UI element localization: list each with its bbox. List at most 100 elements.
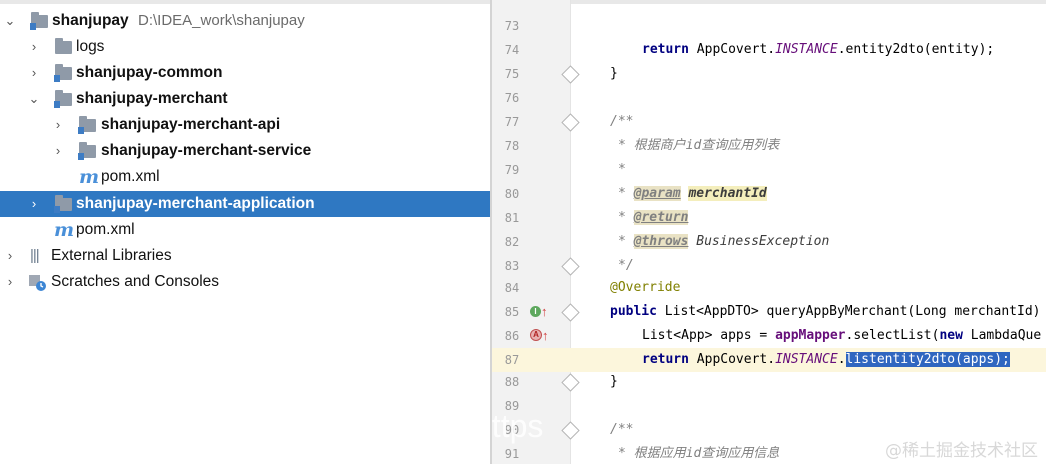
- keyword: public: [610, 304, 657, 319]
- code-line[interactable]: 82 * @throws BusinessException: [492, 230, 1046, 254]
- tree-item-label: shanjupay-common: [76, 64, 223, 81]
- code-line[interactable]: 80 * @param merchantId: [492, 182, 1046, 206]
- expand-down-icon[interactable]: ⌄: [4, 8, 16, 34]
- code-line[interactable]: 79 *: [492, 158, 1046, 182]
- javadoc-param-name: merchantId: [688, 186, 767, 201]
- tree-item-root[interactable]: ⌄ shanjupay D:\IDEA_work\shanjupay: [0, 8, 490, 34]
- tree-item-label: External Libraries: [51, 247, 172, 264]
- expand-right-icon[interactable]: ›: [52, 138, 64, 164]
- field-reference: appMapper: [775, 328, 846, 343]
- code-line[interactable]: 73: [492, 14, 1046, 38]
- code-token: .entity2dto(entity);: [837, 42, 995, 57]
- code-comment: /**: [610, 422, 634, 437]
- fold-marker-icon[interactable]: [561, 303, 580, 322]
- comment-star: *: [618, 186, 634, 201]
- expand-down-icon[interactable]: ⌄: [28, 86, 40, 112]
- code-token: AppCovert.: [688, 352, 776, 367]
- library-icon: |||: [30, 247, 40, 264]
- tree-item-label: pom.xml: [76, 221, 135, 238]
- code-line[interactable]: 81 * @return: [492, 206, 1046, 230]
- code-annotation: @Override: [610, 280, 681, 295]
- static-field: INSTANCE: [775, 352, 838, 367]
- code-line[interactable]: 83 */: [492, 254, 1046, 278]
- line-number: 73: [504, 19, 520, 33]
- line-number: 76: [504, 91, 520, 105]
- expand-right-icon[interactable]: ›: [4, 269, 16, 295]
- code-line[interactable]: 86 A ↑ List<App> apps = appMapper.selectL…: [492, 324, 1046, 348]
- code-text: }: [610, 66, 618, 81]
- code-comment: * 根据应用id查询应用信息: [618, 446, 780, 461]
- maven-icon: m: [79, 166, 100, 188]
- code-line[interactable]: 78 * 根据商户id查询应用列表: [492, 134, 1046, 158]
- tree-item-label: shanjupay-merchant-api: [101, 116, 281, 133]
- comment-star: *: [618, 210, 634, 225]
- implementation-icon: I: [530, 305, 541, 317]
- code-line[interactable]: 84 @Override: [492, 276, 1046, 300]
- code-text: return AppCovert.INSTANCE.listentity2dto…: [642, 348, 1010, 372]
- tree-item-external-libraries[interactable]: › ||| External Libraries: [0, 243, 490, 269]
- line-number: 85: [504, 305, 520, 319]
- module-folder-icon: [78, 138, 98, 164]
- maven-icon: m: [54, 219, 75, 241]
- code-line[interactable]: 76: [492, 86, 1046, 110]
- line-number: 79: [504, 163, 520, 177]
- code-token: List<AppDTO> queryAppByMerchant(Long mer…: [656, 304, 1041, 319]
- fold-marker-icon[interactable]: [561, 373, 580, 392]
- keyword: new: [939, 328, 963, 343]
- code-text: }: [610, 374, 618, 389]
- comment-star: *: [618, 234, 634, 249]
- expand-right-icon[interactable]: ›: [28, 60, 40, 86]
- tree-item-label: shanjupay-merchant: [76, 90, 228, 107]
- tree-item-scratches[interactable]: › Scratches and Consoles: [0, 269, 490, 295]
- code-line[interactable]: 89: [492, 394, 1046, 418]
- fold-marker-icon[interactable]: [561, 65, 580, 84]
- code-text: public List<AppDTO> queryAppByMerchant(L…: [610, 300, 1040, 324]
- tree-item-label: logs: [76, 38, 105, 55]
- expand-right-icon[interactable]: ›: [4, 243, 16, 269]
- tree-item-pom-root[interactable]: m pom.xml: [0, 217, 490, 243]
- annotation-marker[interactable]: A ↑: [530, 324, 549, 348]
- module-folder-icon: [54, 191, 74, 217]
- watermark-logo: @稀土掘金技术社区: [885, 441, 1038, 461]
- tree-item-label: shanjupay-merchant-service: [101, 142, 312, 159]
- code-editor[interactable]: 73 74 return AppCovert.INSTANCE.entity2d…: [492, 0, 1046, 464]
- line-number: 81: [504, 211, 520, 225]
- line-number: 77: [504, 115, 520, 129]
- code-line[interactable]: 77 /**: [492, 110, 1046, 134]
- tree-item-merchant-service[interactable]: › shanjupay-merchant-service: [0, 138, 490, 164]
- text-selection[interactable]: listentity2dto(apps);: [845, 352, 1010, 367]
- up-arrow-icon: ↑: [541, 304, 548, 319]
- warning-icon: A: [530, 329, 542, 341]
- line-number: 87: [504, 353, 520, 367]
- expand-right-icon[interactable]: ›: [28, 191, 40, 217]
- tree-item-common[interactable]: › shanjupay-common: [0, 60, 490, 86]
- tree-item-merchant[interactable]: ⌄ shanjupay-merchant: [0, 86, 490, 112]
- javadoc-tag: @return: [633, 210, 689, 225]
- line-number: 80: [504, 187, 520, 201]
- code-line[interactable]: 88 }: [492, 370, 1046, 394]
- fold-marker-icon[interactable]: [561, 421, 580, 440]
- code-token: List<App> apps =: [642, 328, 776, 343]
- code-line-current[interactable]: 87 return AppCovert.INSTANCE.listentity2…: [492, 348, 1046, 372]
- tree-item-pom-merchant[interactable]: m pom.xml: [0, 164, 490, 190]
- tree-item-label: shanjupay: [52, 12, 129, 29]
- tree-item-merchant-application[interactable]: › shanjupay-merchant-application: [0, 191, 490, 217]
- static-field: INSTANCE: [775, 42, 838, 57]
- module-folder-icon: [30, 8, 50, 34]
- implements-marker[interactable]: I ↑: [530, 300, 548, 324]
- expand-right-icon[interactable]: ›: [28, 34, 40, 60]
- expand-right-icon[interactable]: ›: [52, 112, 64, 138]
- tree-item-merchant-api[interactable]: › shanjupay-merchant-api: [0, 112, 490, 138]
- code-comment: *: [618, 162, 626, 177]
- javadoc-tag: @param: [633, 186, 681, 201]
- scratches-icon: [28, 269, 48, 295]
- code-line[interactable]: 85 I ↑ public List<AppDTO> queryAppByMerc…: [492, 300, 1046, 324]
- code-line[interactable]: 74 return AppCovert.INSTANCE.entity2dto(…: [492, 38, 1046, 62]
- code-line[interactable]: 75 }: [492, 62, 1046, 86]
- fold-marker-icon[interactable]: [561, 113, 580, 132]
- tree-item-logs[interactable]: › logs: [0, 34, 490, 60]
- code-token: .: [837, 352, 846, 367]
- line-number: 86: [504, 329, 520, 343]
- fold-marker-icon[interactable]: [561, 257, 580, 276]
- code-text: return AppCovert.INSTANCE.entity2dto(ent…: [642, 38, 994, 62]
